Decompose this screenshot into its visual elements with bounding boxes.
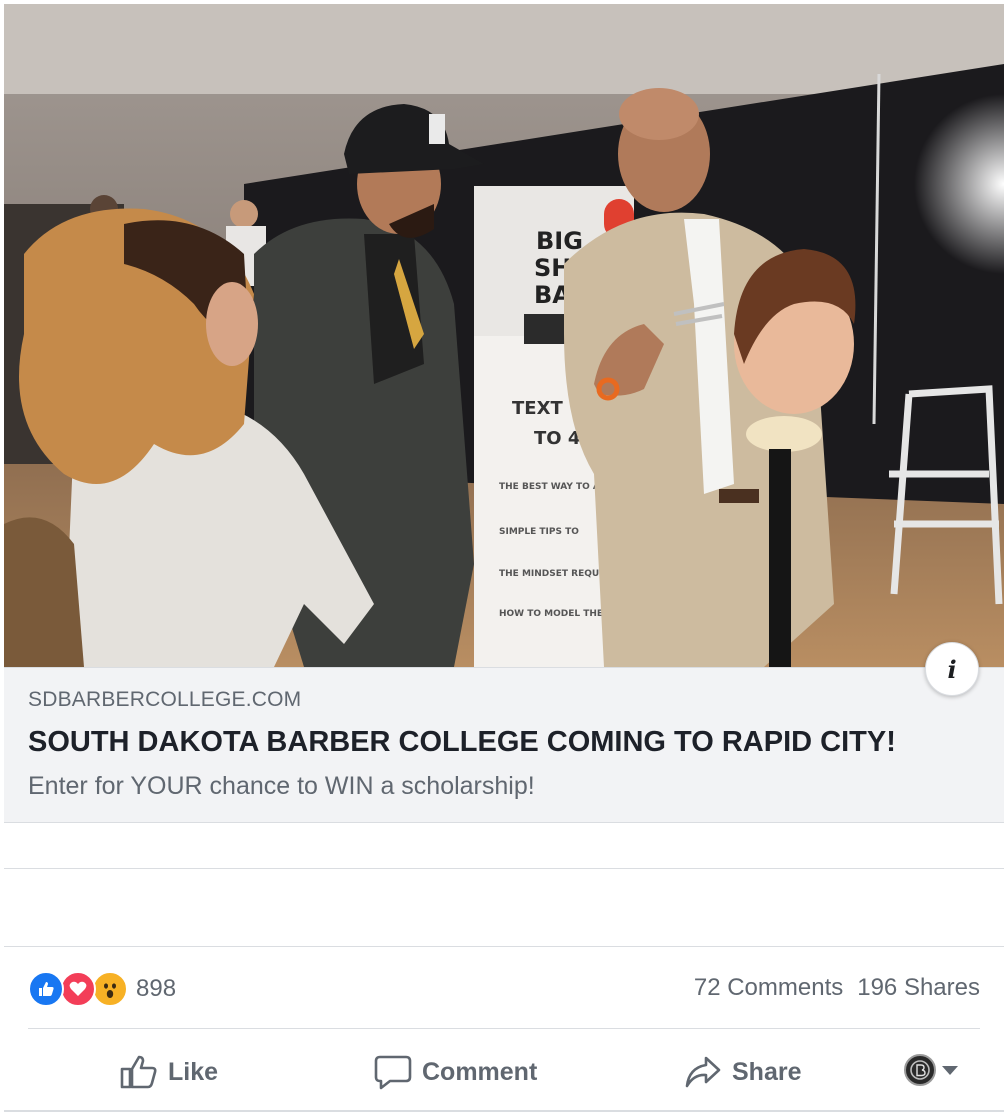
comment-button[interactable]: Comment bbox=[374, 1044, 537, 1100]
banner-text-4: TEXT bbox=[512, 398, 563, 419]
link-description: Enter for YOUR chance to WIN a scholarsh… bbox=[28, 772, 535, 800]
reactions-summary[interactable]: 898 bbox=[28, 970, 176, 1008]
engagement-stats: 72 Comments 196 Shares bbox=[694, 974, 980, 1002]
link-domain: SDBARBERCOLLEGE.COM bbox=[28, 688, 302, 711]
comment-icon bbox=[374, 1055, 412, 1090]
like-icon bbox=[28, 971, 64, 1007]
banner-bullet: THE BEST WAY TO AT bbox=[499, 482, 606, 492]
share-icon bbox=[685, 1056, 721, 1088]
thumbs-up-icon bbox=[120, 1055, 157, 1089]
share-button[interactable]: Share bbox=[684, 1044, 801, 1100]
comments-count[interactable]: 72 Comments bbox=[694, 974, 843, 1002]
card-bottom-border bbox=[4, 1110, 1004, 1112]
link-preview[interactable]: SDBARBERCOLLEGE.COM SOUTH DAKOTA BARBER … bbox=[4, 667, 1004, 823]
comment-label: Comment bbox=[422, 1057, 538, 1086]
share-label: Share bbox=[732, 1057, 802, 1086]
post-as-selector[interactable] bbox=[904, 1054, 958, 1086]
banner-text-1: BIG bbox=[536, 227, 583, 255]
shares-count[interactable]: 196 Shares bbox=[857, 974, 980, 1002]
info-icon: i bbox=[947, 654, 957, 684]
post-card: BIG SHOT BAR TEXT TO 4422 THE BEST WAY T… bbox=[4, 4, 1004, 1112]
page-avatar bbox=[904, 1054, 936, 1086]
blank-row bbox=[4, 869, 1004, 947]
info-button[interactable]: i bbox=[925, 642, 979, 696]
banner-bullet: SIMPLE TIPS TO bbox=[499, 527, 579, 537]
wow-icon bbox=[92, 971, 128, 1007]
reaction-count: 898 bbox=[136, 975, 177, 1002]
banner-bullet: THE MINDSET REQUI bbox=[499, 569, 603, 579]
chevron-down-icon bbox=[942, 1065, 958, 1075]
divider bbox=[28, 1028, 980, 1029]
like-label: Like bbox=[168, 1057, 219, 1086]
like-button[interactable]: Like bbox=[120, 1044, 218, 1100]
blank-row bbox=[4, 823, 1004, 869]
love-icon bbox=[60, 971, 96, 1007]
post-photo[interactable]: BIG SHOT BAR TEXT TO 4422 THE BEST WAY T… bbox=[4, 4, 1004, 667]
page-logo-icon bbox=[910, 1060, 930, 1080]
link-headline[interactable]: SOUTH DAKOTA BARBER COLLEGE COMING TO RA… bbox=[28, 726, 896, 759]
photo-illustration: BIG SHOT BAR TEXT TO 4422 THE BEST WAY T… bbox=[4, 4, 1004, 667]
